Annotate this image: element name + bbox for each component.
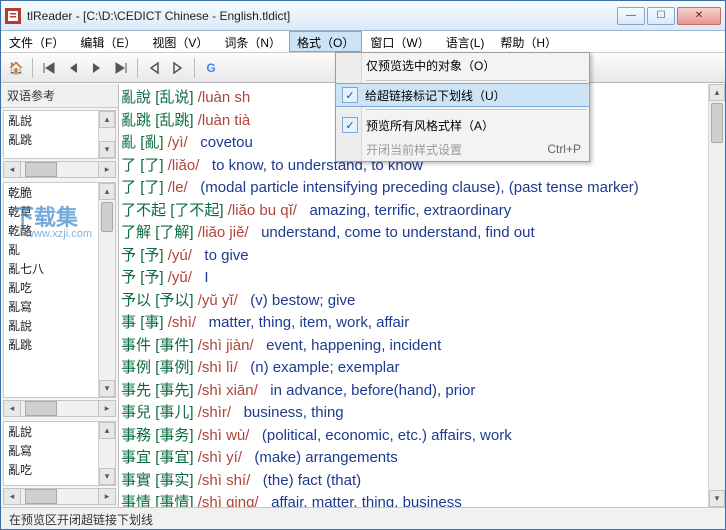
scroll-track[interactable]: [709, 101, 725, 490]
menu-item-preview-all-styles[interactable]: ✓ 预览所有风格式样（A）: [336, 113, 589, 137]
vertical-scrollbar[interactable]: ▴▾: [98, 183, 115, 397]
window-title: tlReader - [C:\D:\CEDICT Chinese - Engli…: [27, 9, 617, 23]
dictionary-entry[interactable]: 事例 [事例] /shì lì/ (n) example; exemplar: [121, 357, 707, 380]
back-icon[interactable]: [143, 57, 165, 79]
close-button[interactable]: ✕: [677, 7, 721, 25]
dictionary-entry[interactable]: 事務 [事务] /shì wù/ (political, economic, e…: [121, 425, 707, 448]
dictionary-entry[interactable]: 事情 [事情] /shì qing/ affair, matter, thing…: [121, 492, 707, 507]
vertical-scrollbar[interactable]: ▴▾: [98, 111, 115, 158]
menu-item-label: 仅预览选中的对象（O）: [366, 57, 495, 74]
dictionary-entry[interactable]: 予 [予] /yú/ to give: [121, 245, 707, 268]
sidebar-header: 双语参考: [1, 84, 118, 108]
menu-shortcut: Ctrl+P: [547, 142, 581, 156]
dictionary-entry[interactable]: 予以 [予以] /yŭ yĭ/ (v) bestow; give: [121, 290, 707, 313]
menubar: 文件（F） 编辑（E） 视图（V） 词条（N） 格式（O） 窗口（W） 语言(L…: [1, 31, 725, 53]
vertical-scrollbar[interactable]: ▴▾: [98, 422, 115, 485]
dictionary-entry[interactable]: 事件 [事件] /shì jiàn/ event, happening, inc…: [121, 335, 707, 358]
menu-format[interactable]: 格式（O）: [289, 31, 362, 52]
dictionary-entry[interactable]: 事兒 [事儿] /shìr/ business, thing: [121, 402, 707, 425]
nav-last-icon[interactable]: [110, 57, 132, 79]
menu-window[interactable]: 窗口（W）: [362, 31, 437, 52]
menu-separator: [366, 80, 587, 81]
sidebar-pane-1: 亂說 亂跳 ▴▾ ◂▸: [1, 108, 118, 180]
menu-language[interactable]: 语言(L): [438, 31, 493, 52]
dictionary-entry[interactable]: 事 [事] /shì/ matter, thing, item, work, a…: [121, 312, 707, 335]
app-window: tlReader - [C:\D:\CEDICT Chinese - Engli…: [0, 0, 726, 530]
maximize-button[interactable]: ☐: [647, 7, 675, 25]
horizontal-scrollbar[interactable]: ◂▸: [3, 488, 116, 505]
menu-item-label: 给超链接标记下划线（U）: [365, 87, 506, 104]
format-menu-dropdown: 仅预览选中的对象（O） ✓ 给超链接标记下划线（U） ✓ 预览所有风格式样（A）…: [335, 52, 590, 162]
dictionary-entry[interactable]: 事先 [事先] /shì xiān/ in advance, before(ha…: [121, 380, 707, 403]
nav-next-icon[interactable]: [86, 57, 108, 79]
horizontal-scrollbar[interactable]: ◂▸: [3, 400, 116, 417]
nav-first-icon[interactable]: [38, 57, 60, 79]
horizontal-scrollbar[interactable]: ◂▸: [3, 161, 116, 178]
forward-icon[interactable]: [167, 57, 189, 79]
menu-separator: [366, 109, 587, 110]
app-icon: [5, 8, 21, 24]
sidebar: 双语参考 亂說 亂跳 ▴▾ ◂▸ 乾脆 乾草 乾酪 亂 亂七八 亂吃 亂寫: [1, 84, 119, 507]
minimize-button[interactable]: —: [617, 7, 645, 25]
separator: [32, 58, 33, 78]
dictionary-entry[interactable]: 了不起 [了不起] /liăo bu qĭ/ amazing, terrific…: [121, 200, 707, 223]
scroll-thumb[interactable]: [711, 103, 723, 143]
dictionary-entry[interactable]: 事實 [事实] /shì shí/ (the) fact (that): [121, 470, 707, 493]
menu-view[interactable]: 视图（V）: [144, 31, 216, 52]
check-icon: ✓: [342, 87, 358, 103]
separator: [137, 58, 138, 78]
home-icon[interactable]: 🏠: [5, 57, 27, 79]
menu-edit[interactable]: 编辑（E）: [72, 31, 144, 52]
sidebar-list-2[interactable]: 乾脆 乾草 乾酪 亂 亂七八 亂吃 亂寫 亂說 亂跳 ▴▾: [3, 182, 116, 398]
check-icon: ✓: [342, 117, 358, 133]
sidebar-pane-3: 亂說 亂寫 亂吃 ▴▾ ◂▸: [1, 419, 118, 507]
menu-item-toggle-style-settings: 开闭当前样式设置 Ctrl+P: [336, 137, 589, 161]
dictionary-entry[interactable]: 了解 [了解] /liăo jiĕ/ understand, come to u…: [121, 222, 707, 245]
menu-help[interactable]: 帮助（H）: [492, 31, 565, 52]
sidebar-pane-2: 乾脆 乾草 乾酪 亂 亂七八 亂吃 亂寫 亂說 亂跳 ▴▾ ◂▸: [1, 180, 118, 419]
menu-item-label: 预览所有风格式样（A）: [366, 117, 494, 134]
statusbar: 在预览区开闭超链接下划线: [1, 507, 725, 529]
dictionary-entry[interactable]: 予 [予] /yŭ/ I: [121, 267, 707, 290]
menu-item-preview-selected[interactable]: 仅预览选中的对象（O）: [336, 53, 589, 77]
menu-file[interactable]: 文件（F）: [1, 31, 72, 52]
scroll-down-icon[interactable]: ▾: [709, 490, 725, 507]
scroll-up-icon[interactable]: ▴: [709, 84, 725, 101]
dictionary-entry[interactable]: 了 [了] /le/ (modal particle intensifying …: [121, 177, 707, 200]
menu-entry[interactable]: 词条（N）: [216, 31, 289, 52]
vertical-scrollbar[interactable]: ▴ ▾: [708, 84, 725, 507]
dictionary-entry[interactable]: 事宜 [事宜] /shì yí/ (make) arrangements: [121, 447, 707, 470]
titlebar: tlReader - [C:\D:\CEDICT Chinese - Engli…: [1, 1, 725, 31]
window-controls: — ☐ ✕: [617, 7, 721, 25]
nav-prev-icon[interactable]: [62, 57, 84, 79]
menu-item-underline-links[interactable]: ✓ 给超链接标记下划线（U）: [335, 83, 590, 107]
sidebar-list-1[interactable]: 亂說 亂跳 ▴▾: [3, 110, 116, 159]
google-icon[interactable]: G: [200, 57, 222, 79]
separator: [194, 58, 195, 78]
menu-item-label: 开闭当前样式设置: [366, 141, 462, 158]
sidebar-list-3[interactable]: 亂說 亂寫 亂吃 ▴▾: [3, 421, 116, 486]
